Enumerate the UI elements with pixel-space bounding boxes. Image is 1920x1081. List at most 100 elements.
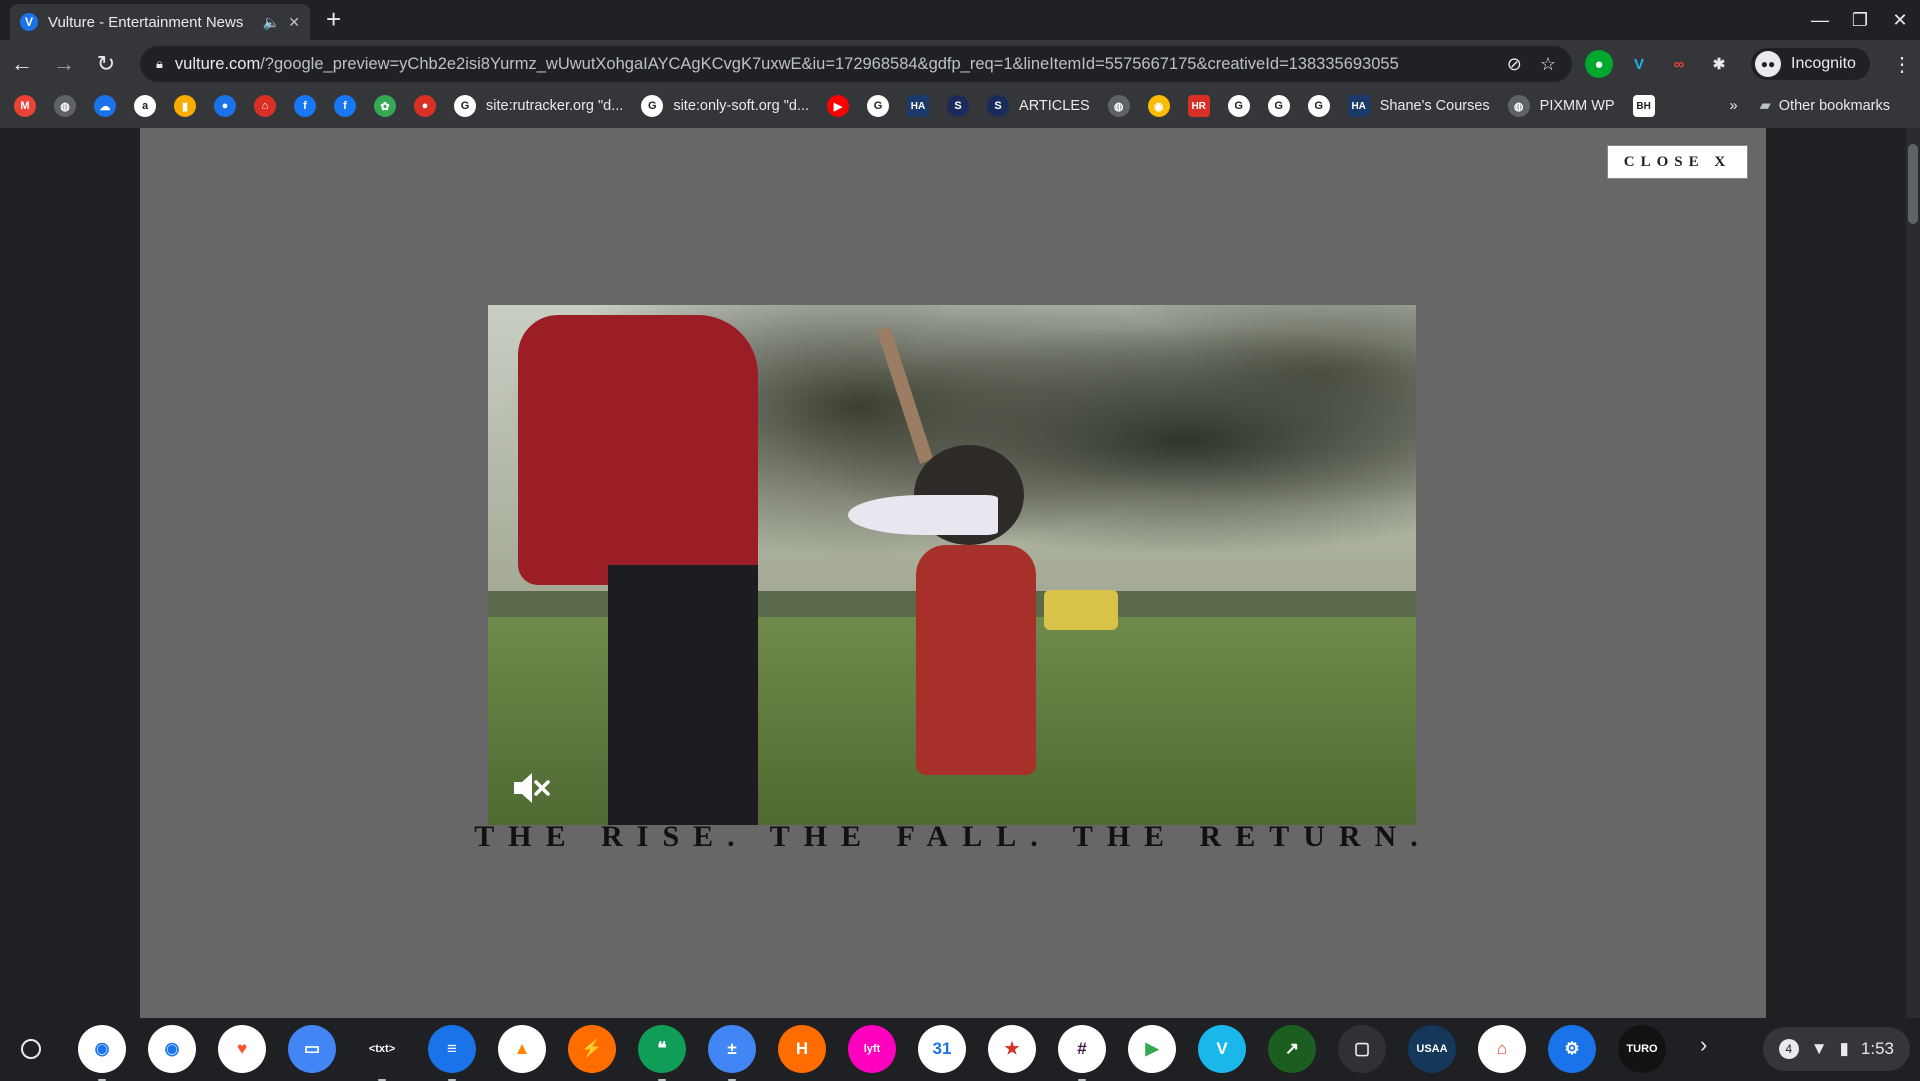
notification-count-badge: 4 — [1778, 1039, 1799, 1059]
ad-video[interactable] — [488, 305, 1416, 825]
bookmark-item[interactable]: ● — [214, 95, 236, 117]
bookmarks-overflow-button[interactable]: » — [1730, 98, 1738, 114]
close-ad-button[interactable]: CLOSE X — [1607, 145, 1748, 179]
record-icon: ● — [414, 95, 436, 117]
restore-icon[interactable]: ❐ — [1840, 0, 1880, 40]
close-window-icon[interactable]: ✕ — [1880, 0, 1920, 40]
usaa-icon[interactable]: USAA — [1408, 1025, 1456, 1073]
tracking-blocked-icon[interactable]: ⊘ — [1507, 54, 1522, 75]
bh-icon: BH — [1632, 95, 1655, 117]
chrome-beta-icon[interactable]: ◉ — [148, 1025, 196, 1073]
honey-icon[interactable]: H — [778, 1025, 826, 1073]
muted-speaker-icon[interactable] — [508, 766, 552, 810]
reload-button[interactable]: ↻ — [86, 44, 126, 84]
tab-vulture[interactable]: V Vulture - Entertainment News 🔈 ✕ — [10, 4, 310, 40]
bookmark-item[interactable]: HA Shane's Courses — [1347, 95, 1490, 117]
puzzle-extensions-icon[interactable]: ✱ — [1705, 50, 1733, 78]
ha-icon: HA — [1347, 95, 1370, 117]
close-tab-icon[interactable]: ✕ — [288, 14, 300, 31]
evernote-extension-icon[interactable]: ● — [1585, 50, 1613, 78]
bookmark-label: PIXMM WP — [1539, 98, 1615, 114]
bookmark-item[interactable]: ▶ — [827, 95, 850, 117]
bookmark-item[interactable]: a — [134, 95, 156, 117]
bookmarks-bar: M ◍ ☁ a ▮ ● ⌂ f f ✿ ● Gsite:rutracker.org "d... Gsit… — [0, 88, 1920, 124]
folder-icon: ▰ — [1759, 98, 1771, 114]
video-adult-pants — [608, 565, 758, 825]
bookmark-label: site:rutracker.org "d... — [486, 98, 624, 114]
flash-icon[interactable]: ⚡ — [568, 1025, 616, 1073]
bookmark-item[interactable]: S ARTICLES — [987, 95, 1090, 117]
messages-icon[interactable]: ≡ — [428, 1025, 476, 1081]
bookmark-item[interactable]: ● — [414, 95, 436, 117]
bookmark-item[interactable]: G — [1227, 95, 1250, 117]
bookmark-item[interactable]: BH — [1632, 95, 1655, 117]
bookmark-item[interactable]: ✿ — [374, 95, 396, 117]
files-icon[interactable]: ▭ — [288, 1025, 336, 1073]
shelf-overflow-icon[interactable]: › — [1700, 1032, 1707, 1058]
bookmark-icon[interactable]: ★ — [988, 1025, 1036, 1073]
bookmark-item[interactable]: ◉ — [1147, 95, 1170, 117]
launcher-button[interactable] — [8, 1026, 54, 1072]
bookmark-item[interactable]: f — [334, 95, 356, 117]
settings-icon[interactable]: ⚙ — [1548, 1025, 1596, 1073]
bookmark-item[interactable]: HA — [907, 95, 930, 117]
turo-icon[interactable]: TURO — [1618, 1025, 1666, 1073]
menu-kebab-icon[interactable]: ⋮ — [1892, 52, 1912, 77]
bookmark-item[interactable]: Gsite:only-soft.org "d... — [641, 95, 809, 117]
google-icon: G — [867, 95, 890, 117]
bookmark-item[interactable]: f — [294, 95, 316, 117]
status-tray[interactable]: 4 ▼ ▮ 1:53 — [1762, 1027, 1910, 1071]
home-icon: ⌂ — [254, 95, 276, 117]
google-icon: G — [454, 95, 476, 117]
google-home-icon[interactable]: ⌂ — [1478, 1025, 1526, 1073]
bookmark-item[interactable]: ◍ PIXMM WP — [1507, 95, 1615, 117]
bookmark-item[interactable]: ☁ — [94, 95, 116, 117]
calculator-icon[interactable]: ± — [708, 1025, 756, 1081]
play-store-icon[interactable]: ▶ — [1128, 1025, 1176, 1073]
bookmark-item[interactable]: G — [867, 95, 890, 117]
bookmark-item[interactable]: M — [14, 95, 36, 117]
scrollbar-thumb[interactable] — [1908, 144, 1918, 224]
window-icon[interactable]: ▢ — [1338, 1025, 1386, 1073]
url-text: vulture.com/?google_preview=yChb2e2isi8Y… — [175, 55, 1489, 74]
bookmark-item[interactable]: ◍ — [1107, 95, 1130, 117]
vimeo-extension-icon[interactable]: V — [1625, 50, 1653, 78]
url-path: /?google_preview=yChb2e2isi8Yurmz_wUwutX… — [260, 54, 1399, 73]
address-bar[interactable]: 🔒︎ vulture.com/?google_preview=yChb2e2is… — [140, 46, 1572, 82]
clock-time: 1:53 — [1860, 1039, 1894, 1058]
vlc-icon[interactable]: ▲ — [498, 1025, 546, 1073]
speaker-icon[interactable]: 🔈 — [263, 14, 280, 31]
scrollbar[interactable] — [1906, 128, 1920, 1018]
bookmark-item[interactable]: ◍ — [54, 95, 76, 117]
globe-icon: ◍ — [1507, 95, 1530, 117]
star-icon[interactable]: ☆ — [1540, 54, 1556, 75]
other-bookmarks-folder[interactable]: Other bookmarks — [1779, 98, 1890, 114]
back-button[interactable]: ← — [2, 44, 42, 84]
new-tab-button[interactable]: + — [326, 4, 341, 35]
bookmark-item[interactable]: S — [947, 95, 970, 117]
text-icon[interactable]: <txt> — [358, 1025, 406, 1081]
forward-button[interactable]: → — [44, 44, 84, 84]
bookmark-item[interactable]: G — [1267, 95, 1290, 117]
hangouts-icon[interactable]: ❝ — [638, 1025, 686, 1081]
bookmark-item[interactable]: G — [1307, 95, 1330, 117]
tab-strip: V Vulture - Entertainment News 🔈 ✕ + — ❐… — [0, 0, 1920, 40]
launcher-circle-icon — [21, 1039, 41, 1059]
bookmark-item[interactable]: HR — [1187, 95, 1210, 117]
bookmark-item[interactable]: Gsite:rutracker.org "d... — [454, 95, 623, 117]
stocks-icon[interactable]: ↗ — [1268, 1025, 1316, 1073]
glasses-extension-icon[interactable]: ∞ — [1665, 50, 1693, 78]
bookmark-item[interactable]: ⌂ — [254, 95, 276, 117]
chrome-icon[interactable]: ◉ — [78, 1025, 126, 1081]
minimize-icon[interactable]: — — [1800, 0, 1840, 40]
incognito-icon: ●● — [1755, 51, 1781, 77]
calendar-icon[interactable]: 31 — [918, 1025, 966, 1073]
brave-icon[interactable]: ♥ — [218, 1025, 266, 1073]
vimeo-icon[interactable]: V — [1198, 1025, 1246, 1073]
incognito-profile-button[interactable]: ●● Incognito — [1751, 48, 1870, 80]
video-child-visor — [848, 495, 998, 535]
lyft-icon[interactable]: lyft — [848, 1025, 896, 1073]
slack-icon[interactable]: # — [1058, 1025, 1106, 1081]
bars-icon: ▮ — [174, 95, 196, 117]
bookmark-item[interactable]: ▮ — [174, 95, 196, 117]
